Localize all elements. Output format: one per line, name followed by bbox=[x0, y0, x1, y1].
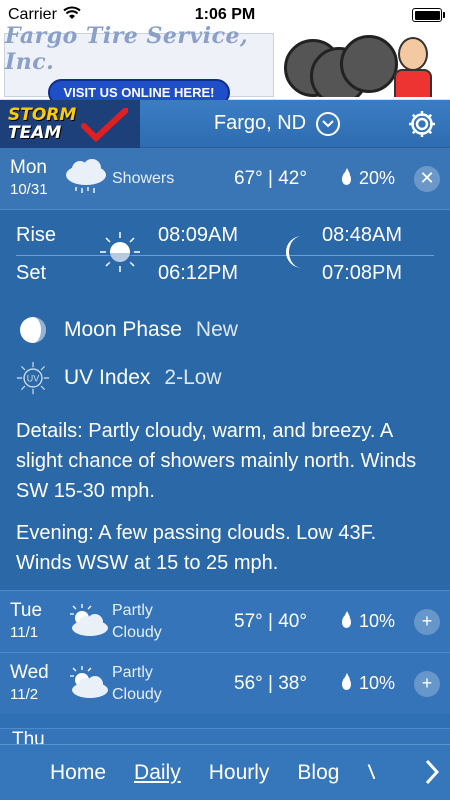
nav-blog[interactable]: Blog bbox=[297, 761, 339, 785]
mascot-head-graphic bbox=[398, 36, 428, 71]
day-row-thu-partial[interactable]: Thu bbox=[0, 728, 450, 744]
condition-label: Partly Cloudy bbox=[112, 600, 222, 644]
raindrop-icon bbox=[342, 611, 351, 628]
ad-banner[interactable]: Fargo Tire Service, Inc. VISIT US ONLINE… bbox=[0, 23, 450, 106]
chevron-right-icon[interactable] bbox=[424, 759, 440, 791]
collapse-button[interactable]: ✕ bbox=[414, 165, 440, 192]
raindrop-icon bbox=[342, 673, 351, 690]
gear-icon[interactable] bbox=[404, 106, 440, 142]
temperature-range: 67° | 42° bbox=[234, 167, 307, 189]
day-name: Tue 11/1 bbox=[10, 600, 62, 644]
day-label: Tue bbox=[10, 599, 43, 621]
precipitation: 10% bbox=[342, 673, 412, 694]
divider bbox=[16, 255, 434, 256]
sunset-time: 06:12PM bbox=[158, 262, 239, 284]
moon-phase-label: Moon Phase bbox=[64, 318, 182, 341]
condition-line-1: Partly bbox=[112, 601, 153, 619]
evening-text: Evening: A few passing clouds. Low 43F. … bbox=[16, 522, 377, 574]
uv-index-label: UV Index bbox=[64, 366, 151, 389]
day-detail-panel: Rise Set 08:09AM 06:12PM 08:48AM 07:08PM… bbox=[0, 210, 450, 590]
sun-icon bbox=[100, 232, 140, 272]
carrier-label: Carrier bbox=[8, 6, 57, 23]
ad-tires-image bbox=[280, 33, 446, 97]
uv-icon-text: UV bbox=[27, 374, 39, 384]
nav-home[interactable]: Home bbox=[50, 761, 106, 785]
nav-daily[interactable]: Daily bbox=[134, 761, 181, 785]
day-label: Wed bbox=[10, 661, 49, 683]
precipitation: 10% bbox=[342, 611, 412, 632]
location-label: Fargo, ND bbox=[213, 112, 307, 134]
tire-graphic bbox=[340, 34, 398, 93]
day-row-tue[interactable]: Tue 11/1 Partly Cloudy 57° | 40° 10% + bbox=[0, 590, 450, 652]
raindrop-icon bbox=[342, 168, 351, 185]
chevron-down-icon[interactable] bbox=[316, 111, 341, 136]
expand-button[interactable]: + bbox=[414, 670, 440, 697]
ad-text-panel[interactable]: Fargo Tire Service, Inc. VISIT US ONLINE… bbox=[4, 23, 274, 106]
moon-phase-value: New bbox=[195, 318, 238, 341]
temperature-range: 56° | 38° bbox=[234, 672, 307, 694]
condition-label: Showers bbox=[112, 169, 175, 187]
status-left: Carrier bbox=[8, 6, 81, 25]
uv-sun-icon: UV bbox=[16, 361, 50, 395]
day-name: Mon 10/31 bbox=[10, 157, 62, 201]
forecast-list: Tue 11/1 Partly Cloudy 57° | 40° 10% + W… bbox=[0, 590, 450, 714]
day-row-today[interactable]: Mon 10/31 Showers 67° | 42° 20% ✕ bbox=[0, 148, 450, 210]
partly-cloudy-icon bbox=[62, 602, 112, 642]
set-label: Set bbox=[16, 262, 47, 284]
day-label: Mon bbox=[10, 156, 47, 178]
condition-line-2: Cloudy bbox=[112, 623, 162, 641]
sun-moon-times: Rise Set 08:09AM 06:12PM 08:48AM 07:08PM bbox=[16, 220, 434, 292]
nav-more-partial[interactable]: V bbox=[367, 761, 375, 785]
temperature-range: 57° | 40° bbox=[234, 610, 307, 632]
condition-line-2: Cloudy bbox=[112, 685, 162, 703]
wifi-icon bbox=[63, 6, 81, 25]
moon-phase-row: Moon Phase New bbox=[16, 306, 434, 354]
day-row-wed[interactable]: Wed 11/2 Partly Cloudy 56° | 38° 10% + bbox=[0, 652, 450, 714]
storm-team-logo: STORM TEAM bbox=[0, 99, 140, 148]
sunrise-time: 08:09AM bbox=[158, 224, 239, 246]
partly-cloudy-icon bbox=[62, 664, 112, 704]
date-label: 11/1 bbox=[10, 623, 39, 641]
precip-percent: 10% bbox=[359, 673, 396, 693]
moonrise-time: 08:48AM bbox=[322, 224, 403, 246]
app-header: STORM TEAM Fargo, ND bbox=[0, 99, 450, 148]
rise-label: Rise bbox=[16, 224, 57, 246]
uv-index-row: UV UV Index 2-Low bbox=[16, 354, 434, 402]
battery-icon bbox=[412, 8, 445, 22]
condition-line-1: Partly bbox=[112, 663, 153, 681]
details-text: Details: Partly cloudy, warm, and breezy… bbox=[16, 420, 417, 502]
location-selector[interactable]: Fargo, ND bbox=[140, 111, 404, 136]
crescent-moon-icon bbox=[286, 236, 302, 268]
expand-button[interactable]: + bbox=[414, 608, 440, 635]
precipitation: 20% bbox=[342, 168, 412, 189]
moon-phase-icon bbox=[16, 313, 50, 347]
precip-percent: 10% bbox=[359, 611, 396, 631]
day-name: Wed 11/2 bbox=[10, 662, 62, 706]
date-label: 11/2 bbox=[10, 685, 39, 703]
showers-icon bbox=[62, 158, 112, 199]
nav-hourly[interactable]: Hourly bbox=[209, 761, 270, 785]
moonset-time: 07:08PM bbox=[322, 262, 403, 284]
checkmark-icon bbox=[81, 107, 128, 142]
date-label: 10/31 bbox=[10, 180, 48, 198]
day-label: Thu bbox=[12, 729, 45, 744]
uv-index-value: 2-Low bbox=[164, 366, 222, 389]
bottom-nav: Home Daily Hourly Blog V bbox=[0, 744, 450, 800]
precip-percent: 20% bbox=[359, 168, 396, 188]
ad-title: Fargo Tire Service, Inc. bbox=[5, 23, 249, 75]
mascot-graphic bbox=[394, 68, 432, 97]
condition-label: Partly Cloudy bbox=[112, 662, 222, 706]
